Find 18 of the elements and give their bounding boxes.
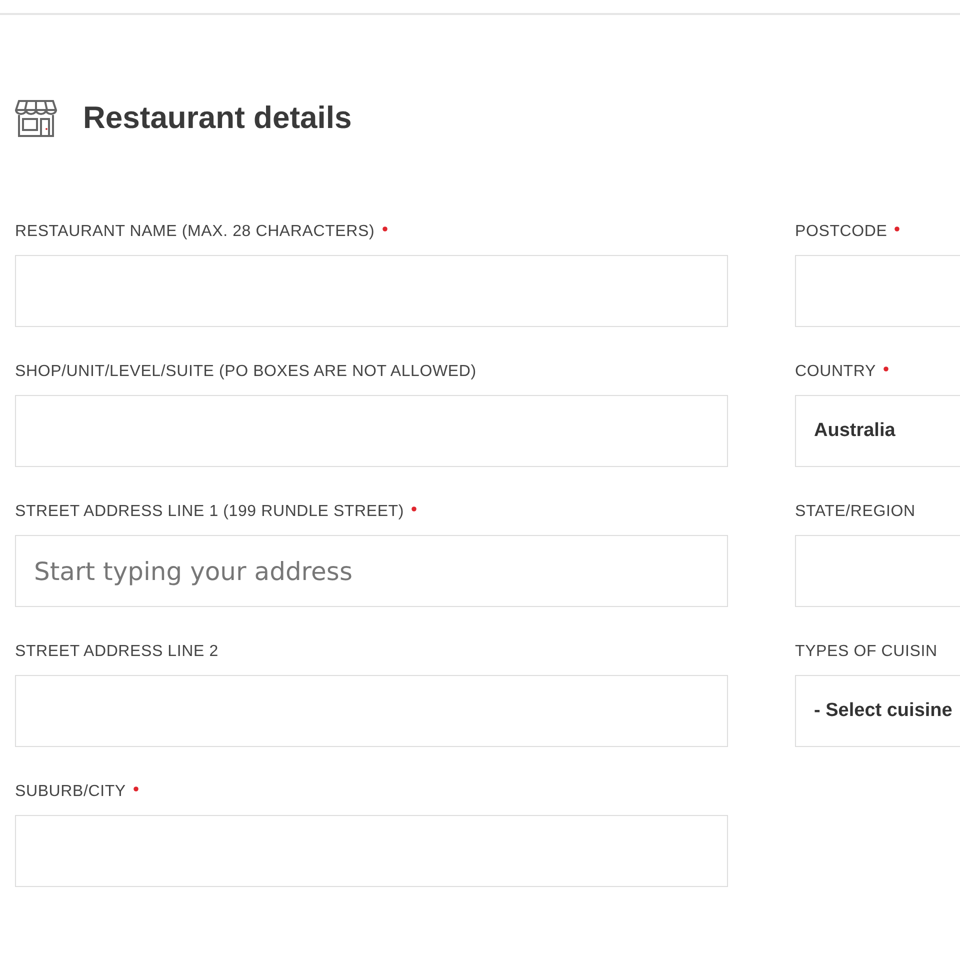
field-label: POSTCODE bbox=[795, 223, 888, 241]
field-label: TYPES OF CUISIN bbox=[795, 643, 938, 661]
field-label: SHOP/UNIT/LEVEL/SUITE (PO BOXES ARE NOT ALLOWED) bbox=[15, 363, 476, 381]
section-title: Restaurant details bbox=[83, 100, 352, 136]
shop-icon bbox=[15, 98, 57, 138]
field-label: COUNTRY bbox=[795, 363, 876, 381]
field-label: SUBURB/CITY bbox=[15, 783, 126, 801]
input-field[interactable] bbox=[15, 815, 728, 887]
select-field[interactable]: - Select cuisine bbox=[795, 675, 960, 747]
input-field[interactable] bbox=[15, 395, 728, 467]
select-field[interactable]: Australia bbox=[795, 395, 960, 467]
field-label: STREET ADDRESS LINE 2 bbox=[15, 643, 218, 661]
field-label: RESTAURANT NAME (MAX. 28 CHARACTERS) bbox=[15, 223, 375, 241]
input-field[interactable]: Start typing your address bbox=[15, 535, 728, 607]
field-label: STREET ADDRESS LINE 1 (199 RUNDLE STREET) bbox=[15, 503, 404, 521]
input-field[interactable] bbox=[15, 255, 728, 327]
field-label: STATE/REGION bbox=[795, 503, 916, 521]
input-field[interactable] bbox=[15, 675, 728, 747]
